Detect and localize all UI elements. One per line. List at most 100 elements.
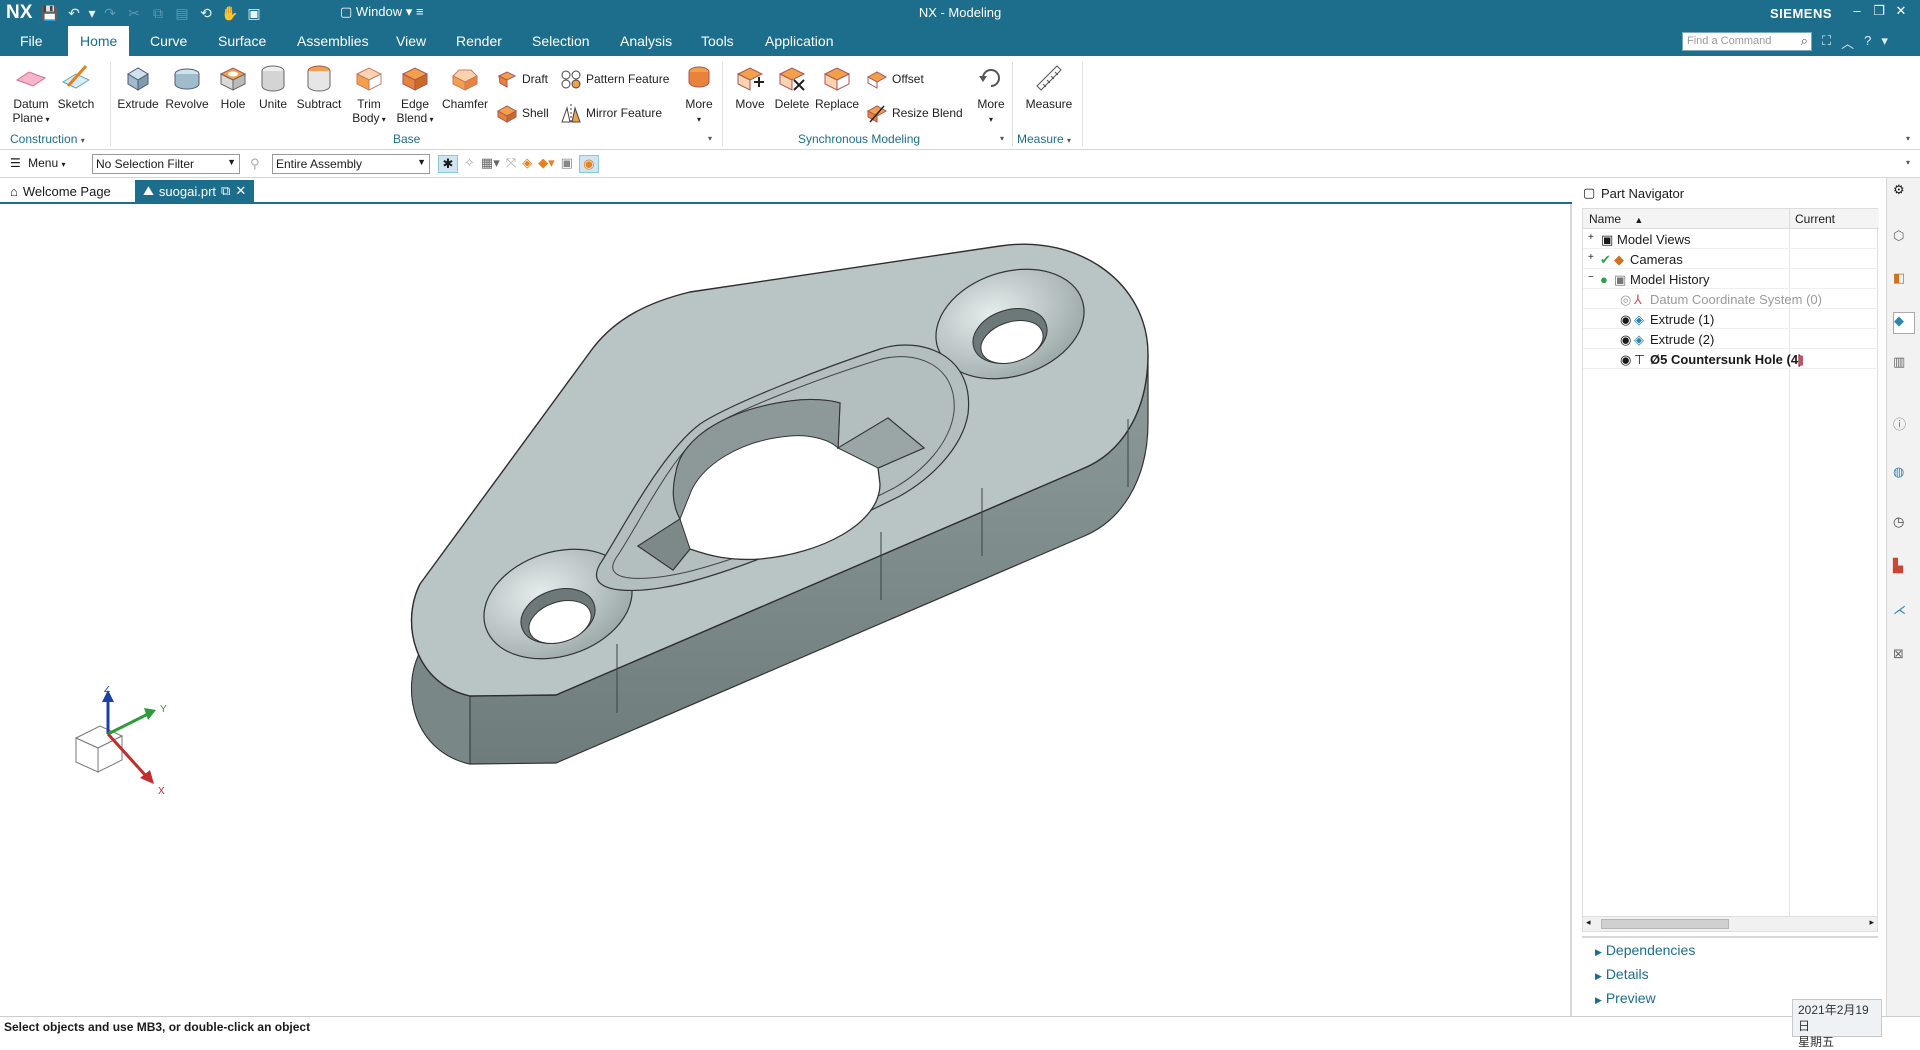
reuse-library-icon[interactable]: ▥ xyxy=(1893,354,1915,376)
part-navigator-icon[interactable]: ◆ xyxy=(1893,312,1915,334)
tree-row-countersunk-hole[interactable]: ◉ ⊤ Ø5 Countersunk Hole (4) ▮ xyxy=(1583,349,1879,369)
tree-row-model-views[interactable]: + ▣ Model Views xyxy=(1583,229,1879,249)
edge-blend-button[interactable]: Edge Blend ▾ xyxy=(395,62,435,127)
close-tab-icon[interactable]: ✕ xyxy=(235,183,246,199)
tab-welcome-page[interactable]: ⌂ Welcome Page xyxy=(2,180,119,202)
column-current[interactable]: Current xyxy=(1789,209,1879,229)
scroll-left-icon[interactable]: ◂ xyxy=(1586,917,1591,928)
gear-icon[interactable]: ⚙ xyxy=(1893,182,1915,204)
system-materials-icon[interactable]: ▙ xyxy=(1893,558,1915,580)
roles-icon[interactable]: ⊠ xyxy=(1893,646,1915,668)
resize-blend-button[interactable]: Resize Blend xyxy=(866,102,963,124)
scroll-right-icon[interactable]: ▸ xyxy=(1869,917,1874,928)
minimize-icon[interactable]: – xyxy=(1850,3,1864,19)
pop-out-icon[interactable]: ⧉ xyxy=(221,183,230,199)
sketch-button[interactable]: Sketch xyxy=(56,62,96,111)
select-face-icon[interactable]: ◆▾ xyxy=(538,155,555,173)
offset-region-button[interactable]: Offset xyxy=(866,68,924,90)
visible-eye-icon[interactable]: ◉ xyxy=(1620,332,1634,347)
hidden-eye-icon[interactable]: ◎ xyxy=(1620,292,1634,307)
datum-plane-button[interactable]: Datum Plane ▾ xyxy=(10,62,52,127)
expand-icon[interactable]: + xyxy=(1588,232,1594,243)
hd3d-tools-icon[interactable]: ⓘ xyxy=(1893,414,1915,436)
details-section[interactable]: ▶ Details xyxy=(1595,966,1649,982)
visible-eye-icon[interactable]: ◉ xyxy=(1620,352,1634,367)
assembly-navigator-icon[interactable]: ⬡ xyxy=(1893,228,1915,250)
more-options-icon[interactable]: ▾ xyxy=(1881,33,1888,52)
orientation-triad[interactable]: Z Y X xyxy=(64,686,184,796)
subtract-button[interactable]: Subtract xyxy=(294,62,344,111)
base-more-button[interactable]: More ▾ xyxy=(680,62,718,127)
help-icon[interactable]: ? xyxy=(1864,33,1871,52)
preview-section[interactable]: ▶ Preview xyxy=(1595,990,1656,1006)
tree-row-extrude-1[interactable]: ◉ ◈ Extrude (1) xyxy=(1583,309,1879,329)
sync-more-button[interactable]: More ▾ xyxy=(972,62,1010,127)
trim-body-button[interactable]: Trim Body ▾ xyxy=(350,62,388,127)
tab-tools[interactable]: Tools xyxy=(701,33,734,49)
type-filter-icon[interactable]: ▦▾ xyxy=(481,155,500,173)
measure-group-label[interactable]: Measure ▾ xyxy=(1017,132,1071,146)
restore-icon[interactable]: ❐ xyxy=(1872,3,1886,19)
feature-icon[interactable]: ▣ xyxy=(561,155,573,173)
navigator-horizontal-scrollbar[interactable]: ◂ ▸ xyxy=(1582,916,1878,932)
close-icon[interactable]: ✕ xyxy=(1894,3,1908,19)
selection-filter-dropdown[interactable]: No Selection Filter ▼ xyxy=(92,154,240,174)
tab-view[interactable]: View xyxy=(396,33,426,49)
tree-row-model-history[interactable]: − ● ▣ Model History xyxy=(1583,269,1879,289)
chevron-down-icon[interactable]: ▾ xyxy=(1000,134,1004,143)
collapse-icon[interactable]: − xyxy=(1588,272,1594,283)
tree-row-extrude-2[interactable]: ◉ ◈ Extrude (2) xyxy=(1583,329,1879,349)
tab-analysis[interactable]: Analysis xyxy=(620,33,672,49)
extrude-button[interactable]: Extrude xyxy=(116,62,160,111)
dependencies-section[interactable]: ▶ Dependencies xyxy=(1595,942,1695,958)
tab-file[interactable]: File xyxy=(20,33,43,49)
part-model[interactable] xyxy=(0,204,1572,1016)
revolve-button[interactable]: Revolve xyxy=(164,62,210,111)
process-studio-icon[interactable]: ⋌ xyxy=(1893,602,1915,624)
tab-render[interactable]: Render xyxy=(456,33,502,49)
tab-part-file[interactable]: ⛰ suogai.prt ⧉ ✕ xyxy=(135,180,255,202)
move-face-button[interactable]: Move xyxy=(730,62,770,111)
history-icon[interactable]: ◷ xyxy=(1893,514,1915,536)
select-body-icon[interactable]: ◈ xyxy=(522,155,532,173)
construction-group-label[interactable]: Construction ▾ xyxy=(10,132,85,146)
expand-icon[interactable]: + xyxy=(1588,252,1594,263)
tree-row-datum-csys[interactable]: ◎ ⅄ Datum Coordinate System (0) xyxy=(1583,289,1879,309)
collapse-ribbon-icon[interactable]: ︿ xyxy=(1841,33,1854,52)
column-name[interactable]: Name ▲ xyxy=(1589,212,1643,226)
replace-face-button[interactable]: Replace xyxy=(814,62,860,111)
visible-eye-icon[interactable]: ◉ xyxy=(1620,312,1634,327)
tree-row-cameras[interactable]: + ✔ ◆ Cameras xyxy=(1583,249,1879,269)
selection-scope-dropdown[interactable]: Entire Assembly ▼ xyxy=(272,154,430,174)
filter-icon[interactable]: ⚲ xyxy=(250,156,260,172)
scroll-thumb[interactable] xyxy=(1601,919,1729,929)
tab-assemblies[interactable]: Assemblies xyxy=(297,33,369,49)
delete-face-button[interactable]: Delete xyxy=(772,62,812,111)
tab-application[interactable]: Application xyxy=(765,33,834,49)
graphics-window[interactable]: Z Y X xyxy=(0,204,1572,1016)
measure-button[interactable]: Measure xyxy=(1022,62,1076,111)
pattern-feature-button[interactable]: Pattern Feature xyxy=(560,68,669,90)
web-browser-icon[interactable]: ◍ xyxy=(1893,464,1915,486)
command-finder-input[interactable]: Find a Command ⌕ xyxy=(1682,32,1812,51)
shell-button[interactable]: Shell xyxy=(496,102,549,124)
tab-curve[interactable]: Curve xyxy=(150,33,187,49)
tab-selection[interactable]: Selection xyxy=(532,33,590,49)
chevron-down-icon[interactable]: ▾ xyxy=(708,134,712,143)
unite-button[interactable]: Unite xyxy=(254,62,292,111)
menu-button[interactable]: ☰ Menu ▾ xyxy=(10,156,66,170)
search-icon[interactable]: ⌕ xyxy=(1801,33,1808,49)
hole-button[interactable]: Hole xyxy=(214,62,252,111)
toolbar-options-icon[interactable]: ▾ xyxy=(1906,158,1910,167)
snap-point-icon[interactable]: ✧ xyxy=(464,155,475,173)
select-features-icon[interactable]: ✱ xyxy=(438,155,458,173)
tab-surface[interactable]: Surface xyxy=(218,33,266,49)
draft-button[interactable]: Draft xyxy=(496,68,548,90)
deselect-all-icon[interactable]: ⤧ xyxy=(506,155,516,173)
ribbon-options-icon[interactable]: ▾ xyxy=(1906,134,1910,143)
fullscreen-icon[interactable]: ⛶ xyxy=(1822,33,1831,52)
constraint-navigator-icon[interactable]: ◧ xyxy=(1893,270,1915,292)
tab-home[interactable]: Home xyxy=(68,26,130,56)
chamfer-button[interactable]: Chamfer xyxy=(442,62,488,111)
show-hide-icon[interactable]: ◉ xyxy=(578,155,599,173)
